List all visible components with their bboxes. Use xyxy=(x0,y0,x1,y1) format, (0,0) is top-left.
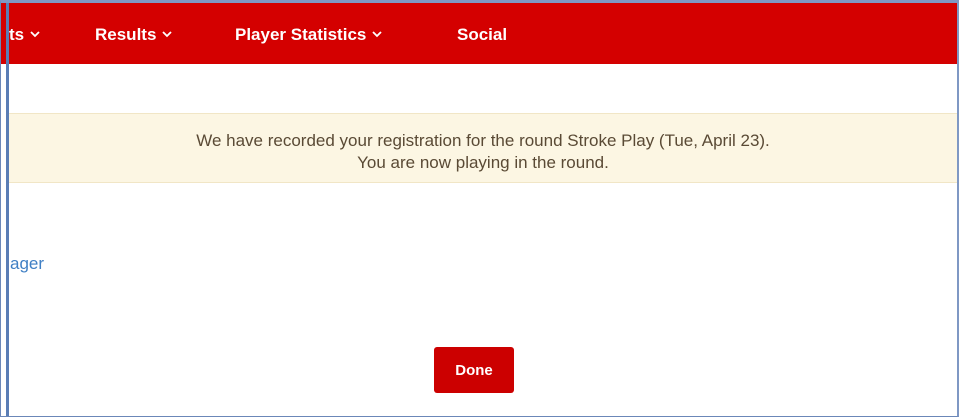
nav-item-results[interactable]: Results xyxy=(95,3,173,64)
alert-message-line-1: We have recorded your registration for t… xyxy=(196,131,770,150)
nav-item-social[interactable]: Social xyxy=(457,3,507,64)
main-navbar: ts Results Player Statistics Social xyxy=(0,3,957,64)
alert-message-line-2: You are now playing in the round. xyxy=(357,153,609,172)
window-left-border xyxy=(6,0,9,417)
nav-item-player-statistics[interactable]: Player Statistics xyxy=(235,3,382,64)
registration-success-alert: We have recorded your registration for t… xyxy=(9,113,957,183)
chevron-down-icon xyxy=(30,31,40,38)
done-button[interactable]: Done xyxy=(434,347,514,393)
nav-item-label: Player Statistics xyxy=(235,25,367,44)
nav-item-label: Social xyxy=(457,25,508,44)
chevron-down-icon xyxy=(372,31,382,38)
nav-item-events[interactable]: ts xyxy=(9,3,40,64)
nav-item-label: ts xyxy=(9,25,25,44)
chevron-down-icon xyxy=(162,31,173,38)
nav-item-label: Results xyxy=(95,25,157,44)
manager-link[interactable]: ager xyxy=(10,254,44,274)
